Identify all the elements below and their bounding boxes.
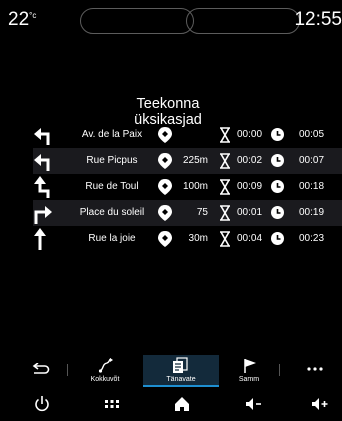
route-overview-icon bbox=[98, 358, 113, 373]
tab-steps-label: Samm bbox=[238, 376, 260, 383]
arrival-time: 00:19 bbox=[299, 207, 325, 218]
clock: 12:55 bbox=[294, 9, 342, 30]
turn-left-arrow-icon bbox=[34, 128, 50, 145]
street-list-icon bbox=[173, 357, 188, 373]
power-icon[interactable] bbox=[32, 395, 52, 413]
distance-pin-icon bbox=[158, 127, 172, 143]
street-name: Place du soleil bbox=[79, 207, 145, 218]
clock-icon bbox=[271, 206, 284, 219]
temperature-unit: °c bbox=[29, 11, 37, 20]
volume-up-icon[interactable] bbox=[310, 395, 330, 413]
street-name: Rue Picpus bbox=[86, 155, 138, 166]
back-button[interactable] bbox=[20, 355, 60, 387]
clock-icon bbox=[271, 154, 284, 167]
turn-right-arrow-icon bbox=[34, 206, 52, 224]
clock-icon bbox=[271, 180, 284, 193]
straight-arrow-icon bbox=[34, 228, 46, 250]
arrival-time: 00:18 bbox=[299, 181, 325, 192]
hourglass-icon bbox=[220, 231, 230, 247]
keep-left-arrow-icon bbox=[34, 176, 50, 198]
hourglass-icon bbox=[220, 153, 230, 169]
page-title-line1: Teekonna bbox=[136, 96, 200, 112]
flag-icon bbox=[244, 359, 256, 373]
clock-icon bbox=[271, 232, 284, 245]
status-bar: 22°c 12:55 bbox=[0, 0, 342, 40]
back-icon bbox=[32, 363, 50, 374]
distance: 30m bbox=[188, 233, 208, 244]
distance-pin-icon bbox=[158, 231, 172, 247]
distance: 75 bbox=[196, 207, 208, 218]
more-button[interactable] bbox=[295, 355, 335, 387]
street-name: Rue de Toul bbox=[85, 181, 139, 192]
tab-bar: Kokkuvõt Tänavate Samm bbox=[0, 355, 342, 387]
duration: 00:01 bbox=[237, 207, 263, 218]
arrival-time: 00:07 bbox=[299, 155, 325, 166]
clock-icon bbox=[271, 128, 284, 141]
status-pill-left[interactable] bbox=[80, 8, 194, 34]
duration: 00:04 bbox=[237, 233, 263, 244]
home-icon[interactable] bbox=[172, 395, 192, 413]
street-name: Av. de la Paix bbox=[81, 129, 143, 140]
tab-separator bbox=[67, 364, 68, 376]
route-row[interactable]: Rue de Toul 100m 00:09 00:18 bbox=[33, 174, 342, 200]
distance: 100m bbox=[182, 181, 208, 192]
apps-grid-icon[interactable] bbox=[102, 395, 122, 413]
route-list: Av. de la Paix 00:00 00:05 Rue Picpus 22… bbox=[33, 122, 342, 252]
temperature-value: 22 bbox=[8, 9, 30, 30]
duration: 00:02 bbox=[237, 155, 263, 166]
tab-steps[interactable]: Samm bbox=[222, 355, 276, 387]
tab-streets-label: Tänavate bbox=[166, 376, 196, 383]
street-name: Rue la joie bbox=[88, 233, 136, 244]
hourglass-icon bbox=[220, 127, 230, 143]
route-row[interactable]: Place du soleil 75 00:01 00:19 bbox=[33, 200, 342, 226]
distance-pin-icon bbox=[158, 153, 172, 169]
tab-summary-label: Kokkuvõt bbox=[90, 376, 120, 383]
more-icon bbox=[307, 367, 323, 371]
arrival-time: 00:05 bbox=[299, 129, 325, 140]
distance-pin-icon bbox=[158, 179, 172, 195]
tab-summary[interactable]: Kokkuvõt bbox=[80, 355, 130, 387]
volume-down-icon[interactable] bbox=[244, 395, 264, 413]
hourglass-icon bbox=[220, 205, 230, 221]
tab-separator bbox=[279, 364, 280, 376]
temperature: 22°c bbox=[8, 9, 36, 31]
distance-pin-icon bbox=[158, 205, 172, 221]
route-row[interactable]: Av. de la Paix 00:00 00:05 bbox=[33, 122, 342, 148]
status-pill-right[interactable] bbox=[186, 8, 300, 34]
route-row[interactable]: Rue Picpus 225m 00:02 00:07 bbox=[33, 148, 342, 174]
duration: 00:00 bbox=[237, 129, 263, 140]
system-bar bbox=[0, 387, 342, 421]
distance: 225m bbox=[182, 155, 208, 166]
arrival-time: 00:23 bbox=[299, 233, 325, 244]
turn-left-arrow-icon bbox=[34, 154, 50, 171]
tab-streets[interactable]: Tänavate bbox=[143, 355, 219, 387]
hourglass-icon bbox=[220, 179, 230, 195]
duration: 00:09 bbox=[237, 181, 263, 192]
route-row[interactable]: Rue la joie 30m 00:04 00:23 bbox=[33, 226, 342, 252]
